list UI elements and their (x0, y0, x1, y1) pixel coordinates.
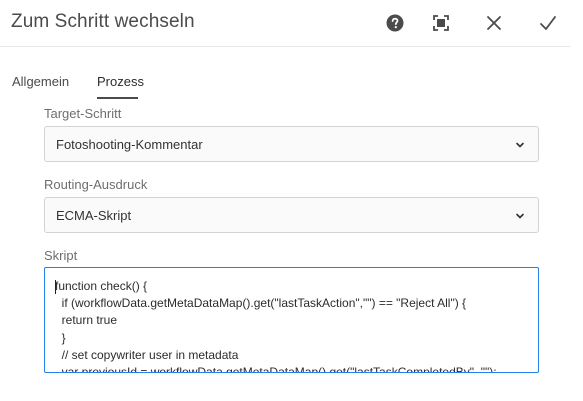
routing-expression-select[interactable]: ECMA-Skript (44, 197, 539, 233)
script-line: } (55, 330, 66, 345)
script-line: var previousId = workflowData.getMetaDat… (55, 365, 497, 373)
routing-expression-value: ECMA-Skript (56, 208, 132, 223)
script-line: // set copywriter user in metadata (55, 347, 239, 362)
active-tab-indicator (97, 97, 138, 99)
target-step-label: Target-Schritt (44, 106, 122, 121)
dialog-header: Zum Schritt wechseln (0, 0, 583, 46)
script-label: Skript (44, 248, 78, 263)
target-step-value: Fotoshooting-Kommentar (56, 137, 203, 152)
routing-expression-label: Routing-Ausdruck (44, 177, 148, 192)
text-cursor (55, 280, 56, 294)
help-icon[interactable] (384, 12, 406, 34)
tab-bar: Allgemein Prozess (0, 72, 583, 100)
header-divider (0, 46, 570, 47)
tab-prozess[interactable]: Prozess (97, 74, 144, 89)
script-line: return true (55, 313, 118, 328)
chevron-down-icon (516, 142, 524, 148)
checkmark-icon[interactable] (537, 12, 559, 34)
tab-allgemein[interactable]: Allgemein (12, 74, 69, 89)
close-icon[interactable] (483, 12, 505, 34)
target-step-select[interactable]: Fotoshooting-Kommentar (44, 126, 539, 162)
dialog-title: Zum Schritt wechseln (11, 11, 195, 32)
script-line: function check() { (55, 279, 148, 293)
chevron-down-icon (516, 213, 524, 219)
script-editor[interactable]: function check() { if (workflowData.getM… (44, 267, 539, 373)
script-line: if (workflowData.getMetaDataMap().get("l… (55, 296, 467, 311)
fullscreen-icon[interactable] (430, 12, 452, 34)
